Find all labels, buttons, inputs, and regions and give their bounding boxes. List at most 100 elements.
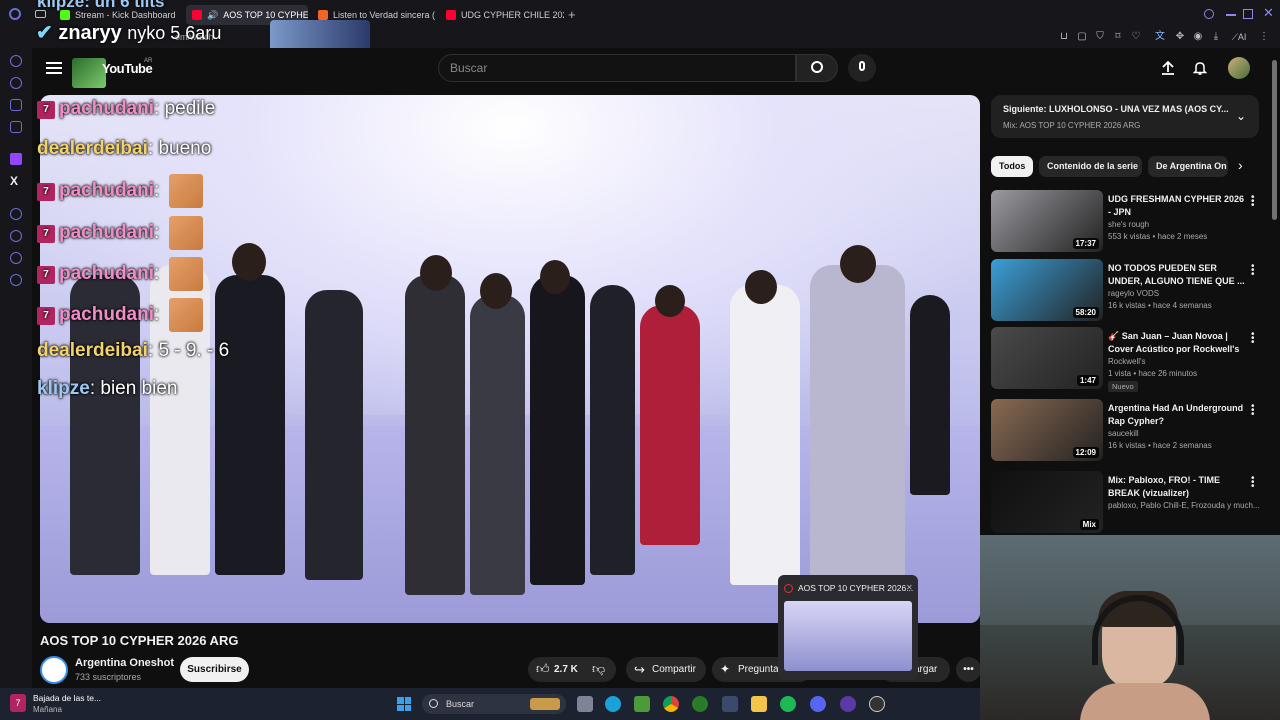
edge-icon[interactable] — [605, 696, 621, 712]
recommendation-menu-icon[interactable]: • • • — [1251, 474, 1255, 492]
more-actions-button[interactable]: ••• — [956, 657, 981, 682]
extensions-icon[interactable]: ✥ — [1174, 31, 1186, 43]
recommendation-channel[interactable]: Rockwell's — [1108, 357, 1146, 366]
heart-icon[interactable]: ♡ — [1130, 31, 1142, 43]
youtube-logo[interactable]: YouTube AR — [72, 58, 153, 88]
recommendation-title[interactable]: Mix: Pabloxo, FRO! - TIME BREAK (vizuali… — [1108, 474, 1246, 500]
app-icon[interactable] — [722, 696, 738, 712]
recommendation-channel[interactable]: rageylo VODS — [1108, 289, 1159, 298]
recommendation-menu-icon[interactable]: • • • — [1251, 262, 1255, 280]
account-avatar[interactable] — [1228, 57, 1250, 79]
discord-icon[interactable] — [810, 696, 826, 712]
share-button[interactable]: ↪ Compartir — [626, 657, 706, 682]
hamburger-menu-icon[interactable] — [46, 62, 62, 74]
voice-search-button[interactable] — [848, 54, 876, 82]
recommendation-channel[interactable]: saucekill — [1108, 429, 1139, 438]
windows-start-icon[interactable] — [397, 697, 411, 711]
minecraft-icon[interactable] — [634, 696, 650, 712]
cat-emote-icon — [168, 174, 203, 208]
browser-logo-icon[interactable] — [9, 8, 21, 20]
chat-username: pachudani — [59, 304, 155, 326]
maximize-icon[interactable] — [1243, 9, 1253, 19]
x-icon[interactable]: X — [10, 174, 18, 188]
recommendation-title[interactable]: UDG FRESHMAN CYPHER 2026 - JPN — [1108, 193, 1246, 219]
sparkle-icon: ✦ — [720, 662, 731, 676]
task-view-icon[interactable] — [577, 696, 593, 712]
channel-name[interactable]: Argentina Oneshot — [75, 657, 174, 669]
chevron-down-icon[interactable]: ⌄ — [1236, 109, 1246, 123]
chip-todos[interactable]: Todos — [991, 156, 1033, 177]
opera-icon[interactable] — [840, 696, 856, 712]
person-head — [232, 243, 266, 281]
bookmark-icon[interactable]: ⌑ — [1112, 31, 1124, 43]
next-up-panel[interactable] — [991, 95, 1259, 138]
recommendation-channel[interactable]: she's rough — [1108, 220, 1149, 229]
webcam-overlay — [980, 535, 1280, 720]
overlay-extra: nyko 5 6aru — [127, 23, 222, 43]
subscribe-button[interactable]: Suscribirse — [180, 657, 249, 682]
recommendation-channel[interactable]: pabloxo, Pablo Chill-E, Frozouda y much.… — [1108, 501, 1260, 510]
channel-avatar[interactable] — [40, 656, 68, 684]
upload-icon[interactable] — [1160, 60, 1176, 76]
chip-series[interactable]: Contenido de la serie — [1039, 156, 1142, 177]
preview-close-icon[interactable]: ✕ — [906, 583, 913, 592]
recommendation-meta: 1 vista • hace 26 minutos — [1108, 369, 1198, 378]
sidebar-icon-2[interactable] — [10, 77, 22, 89]
sidebar-icon-3[interactable] — [10, 99, 22, 111]
search-input[interactable]: Buscar — [438, 54, 796, 82]
recommendation-thumbnail[interactable]: 12:09 — [991, 399, 1103, 461]
new-tab-button[interactable]: + — [568, 7, 576, 22]
recommendation-title[interactable]: NO TODOS PUEDEN SER UNDER, ALGUNO TIENE … — [1108, 262, 1246, 288]
minimize-icon[interactable] — [1226, 14, 1236, 16]
obs-icon[interactable] — [869, 696, 885, 712]
recommendation-menu-icon[interactable]: • • • — [1251, 402, 1255, 420]
taskbar-search-placeholder: Buscar — [446, 699, 475, 709]
mic-icon — [859, 61, 865, 71]
overlay-partial-chat: klipze: un 6 tilts — [37, 0, 165, 11]
sidebar-icon-4[interactable] — [10, 121, 22, 133]
settings-icon[interactable] — [10, 274, 22, 286]
shield-icon[interactable]: ⛉ — [1094, 31, 1106, 43]
chip-argentina[interactable]: De Argentina On — [1148, 156, 1228, 177]
notification-icon[interactable]: 7 — [10, 694, 26, 712]
sidebar-icon-5[interactable] — [10, 208, 22, 220]
spotify-icon[interactable] — [780, 696, 796, 712]
recommendation-thumbnail[interactable]: Mix — [991, 471, 1103, 533]
person-figure — [470, 295, 525, 595]
menu-icon[interactable]: ⋮ — [1258, 31, 1270, 43]
notification-title[interactable]: Bajada de las te... — [33, 693, 101, 703]
scrollbar[interactable] — [1272, 60, 1277, 220]
recommendation-thumbnail[interactable]: 1:47 — [991, 327, 1103, 389]
recommendation-menu-icon[interactable]: • • • — [1251, 330, 1255, 348]
chevron-right-icon[interactable]: › — [1238, 157, 1243, 173]
notifications-icon[interactable] — [1192, 60, 1208, 76]
sidebar-icon-1[interactable] — [10, 55, 22, 67]
screenshot-icon[interactable]: ▢ — [1076, 31, 1088, 43]
dislike-button[interactable]: 👎︎ — [592, 661, 605, 677]
file-explorer-icon[interactable] — [751, 696, 767, 712]
close-icon[interactable]: ✕ — [1263, 5, 1274, 21]
recommendation-thumbnail[interactable]: 17:37 — [991, 190, 1103, 252]
sidebar-icon-6[interactable] — [10, 252, 22, 264]
search-button[interactable] — [796, 54, 838, 82]
translate-icon[interactable]: 文 — [1154, 31, 1166, 43]
search-tabs-icon[interactable] — [1204, 9, 1214, 19]
pin-icon[interactable]: ⊔ — [1058, 31, 1070, 43]
camera-icon[interactable]: ◉ — [1192, 31, 1204, 43]
chrome-icon[interactable] — [663, 696, 679, 712]
next-up-title[interactable]: Siguiente: LUXHOLONSO - UNA VEZ MAS (AOS… — [1003, 104, 1229, 114]
xbox-icon[interactable] — [692, 696, 708, 712]
twitch-icon[interactable] — [10, 153, 22, 165]
recommendation-thumbnail[interactable]: 58:20 — [991, 259, 1103, 321]
download-icon[interactable]: ⤓ — [1210, 31, 1222, 43]
recommendation-title[interactable]: Argentina Had An Underground Rap Cypher? — [1108, 402, 1246, 428]
like-button[interactable]: 👍︎ 2.7 K — [534, 657, 584, 682]
taskbar-search[interactable]: Buscar — [422, 694, 566, 714]
history-icon[interactable] — [10, 230, 22, 242]
chat-badge-icon: 7 — [37, 101, 55, 119]
preview-thumbnail[interactable] — [784, 601, 912, 671]
ai-icon[interactable]: ⟋AI — [1228, 31, 1250, 43]
recommendation-menu-icon[interactable]: • • • — [1251, 193, 1255, 211]
recommendation-title[interactable]: 🎸 San Juan – Juan Novoa | Cover Acústico… — [1108, 330, 1246, 356]
tab-udg-cypher[interactable]: UDG CYPHER CHILE 2026 — [440, 5, 564, 25]
